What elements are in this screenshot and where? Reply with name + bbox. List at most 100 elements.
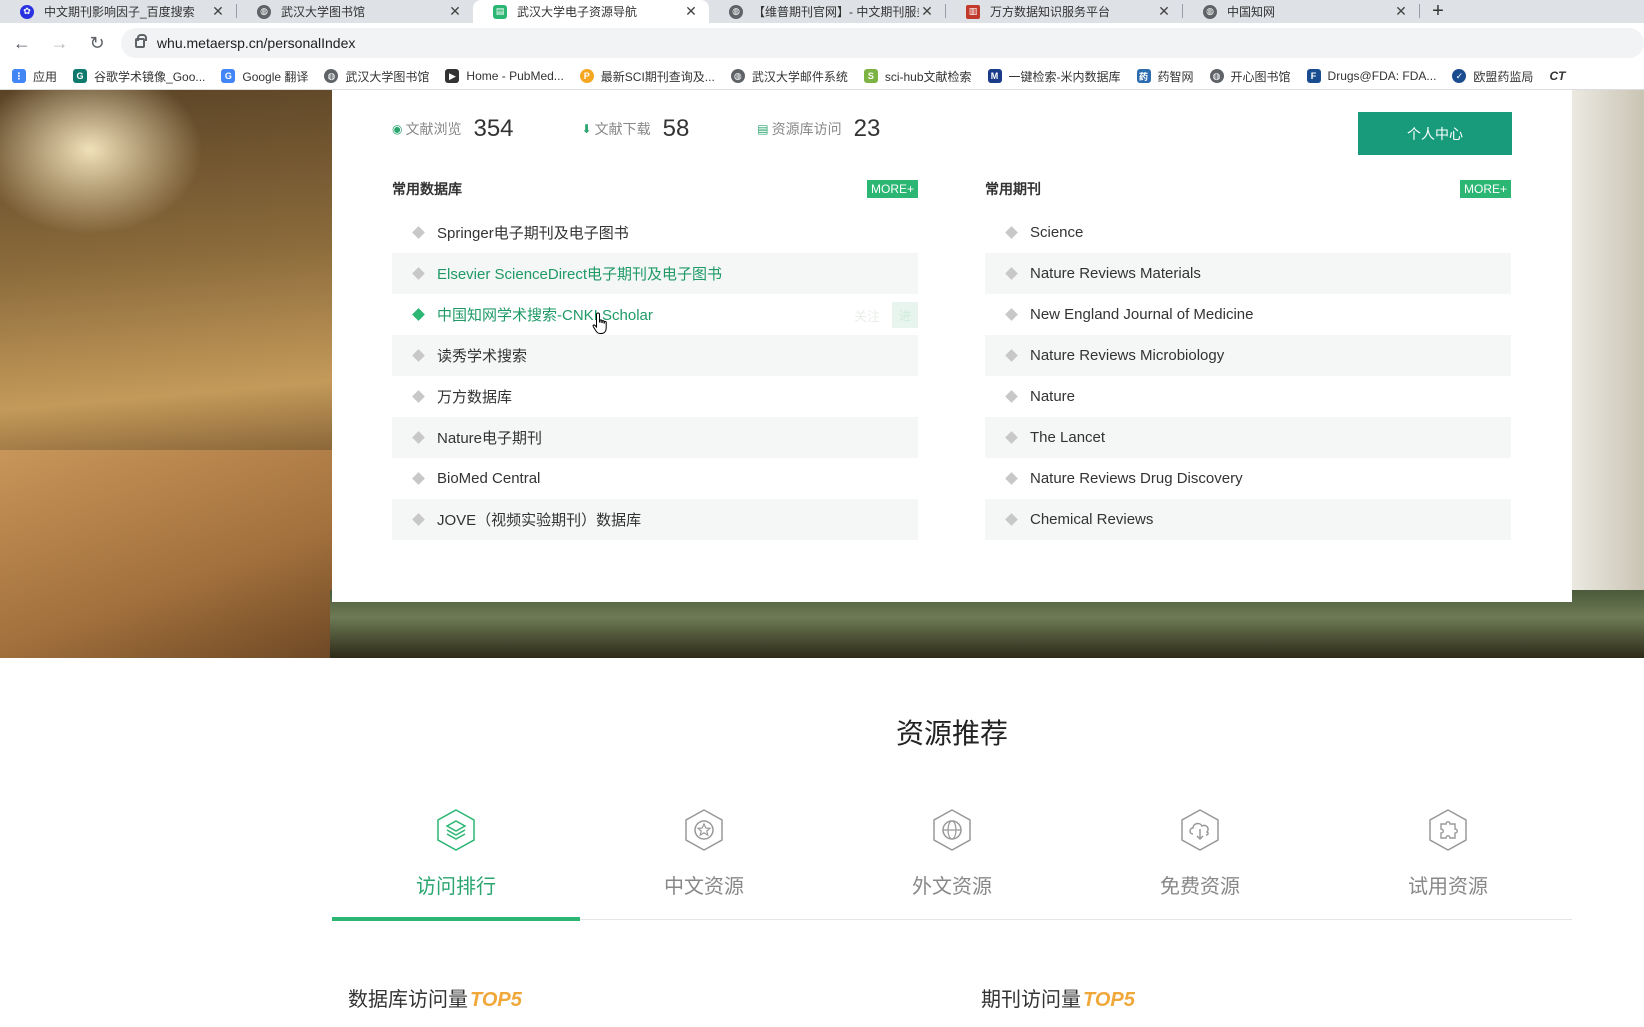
bookmark-label: Google 翻译 (242, 69, 309, 84)
tab-label: 试用资源 (1408, 876, 1488, 898)
journal-name: Chemical Reviews (1030, 511, 1154, 528)
globe-icon: ◍ (730, 69, 745, 83)
diamond-bullet-icon (412, 390, 425, 403)
bookmark-item[interactable]: P 最新SCI期刊查询及... (579, 68, 715, 85)
browser-tab[interactable]: ◍ 【维普期刊官网】- 中文期刊服务 ✕ (709, 0, 945, 23)
address-bar[interactable]: whu.metaersp.cn/personalIndex (120, 28, 1644, 58)
tab-label: 外文资源 (912, 876, 992, 898)
globe-icon: ◍ (257, 4, 271, 19)
bookmark-item[interactable]: ◍ 武汉大学邮件系统 (730, 68, 848, 85)
follow-button[interactable]: 关注 (854, 306, 880, 325)
database-item[interactable]: 万方数据库 (392, 376, 918, 417)
globe-icon: ◍ (729, 4, 743, 19)
browser-toolbar: ← → ↻ whu.metaersp.cn/personalIndex (0, 23, 1644, 63)
bookmark-label: CT (1549, 69, 1566, 83)
close-icon[interactable]: ✕ (1156, 3, 1172, 20)
browser-tab[interactable]: ✿ 中文期刊影响因子_百度搜索 ✕ (0, 0, 236, 23)
diamond-bullet-icon (412, 472, 425, 485)
database-list: Springer电子期刊及电子图书 Elsevier ScienceDirect… (392, 212, 918, 540)
diamond-bullet-icon (1005, 431, 1018, 444)
back-arrow-icon[interactable]: ← (6, 27, 38, 59)
tab-label: 中文资源 (664, 876, 744, 898)
browser-tab[interactable]: ◍ 中国知网 ✕ (1183, 0, 1419, 23)
bookmark-label: 武汉大学图书馆 (345, 69, 430, 84)
tab-chinese-resources[interactable]: 中文资源 (580, 800, 828, 920)
enter-button[interactable]: 进 (892, 302, 918, 328)
tab-title: 万方数据知识服务平台 (990, 5, 1111, 19)
bookmark-item[interactable]: 药药智网 (1136, 68, 1194, 85)
bookmark-item[interactable]: ◍ 武汉大学图书馆 (324, 68, 429, 85)
more-journals-button[interactable]: MORE+ (1459, 180, 1511, 198)
tab-free-resources[interactable]: 免费资源 (1076, 800, 1324, 920)
journal-item[interactable]: The Lancet (985, 417, 1511, 458)
bookmark-item[interactable]: ▶ Home - PubMed... (445, 69, 564, 83)
more-databases-button[interactable]: MORE+ (866, 180, 918, 198)
bookmark-label: 开心图书馆 (1230, 69, 1291, 84)
tab-visit-ranking[interactable]: 访问排行 (332, 800, 580, 921)
m-icon: M (987, 69, 1002, 83)
bookmark-label: 一键检索-米内数据库 (1008, 69, 1121, 84)
stat-label: 文献浏览 (405, 121, 462, 137)
close-icon[interactable]: ✕ (1393, 3, 1409, 20)
database-name: Springer电子期刊及电子图书 (437, 225, 629, 242)
browser-tab-active[interactable]: ▤ 武汉大学电子资源导航 ✕ (473, 0, 709, 23)
bookmark-item[interactable]: CT (1549, 69, 1565, 83)
bookmark-item[interactable]: Ssci-hub文献检索 (863, 68, 972, 85)
diamond-bullet-icon (412, 226, 425, 239)
apps-grid-icon: ⋮ (12, 69, 26, 83)
bookmark-item[interactable]: ◍ 开心图书馆 (1209, 68, 1291, 85)
journal-item[interactable]: Nature Reviews Drug Discovery (985, 458, 1511, 499)
stat-value: 58 (662, 115, 690, 142)
tab-title: 武汉大学图书馆 (281, 5, 366, 19)
journal-item[interactable]: Science (985, 212, 1511, 253)
close-icon[interactable]: ✕ (919, 3, 935, 20)
section-heading: 资源推荐 (0, 712, 1644, 752)
close-icon[interactable]: ✕ (210, 3, 226, 20)
stat-label: 资源库访问 (771, 121, 842, 137)
journal-item[interactable]: New England Journal of Medicine (985, 294, 1511, 335)
personal-center-button[interactable]: 个人中心 (1358, 112, 1512, 155)
bookmark-item[interactable]: ⋮ 应用 (12, 68, 57, 85)
database-item[interactable]: 读秀学术搜索 (392, 335, 918, 376)
cloud-download-hex-icon (1181, 809, 1219, 851)
bookmark-label: 应用 (33, 69, 58, 84)
bookmark-item[interactable]: G Google 翻译 (221, 68, 308, 85)
browser-tab[interactable]: ▥ 万方数据知识服务平台 ✕ (946, 0, 1182, 23)
new-tab-button[interactable]: + (1420, 0, 1456, 23)
reload-icon[interactable]: ↻ (81, 27, 113, 59)
bookmark-item[interactable]: F Drugs@FDA: FDA... (1306, 69, 1436, 83)
close-icon[interactable]: ✕ (683, 3, 699, 20)
journal-item[interactable]: Chemical Reviews (985, 499, 1511, 540)
journal-name: The Lancet (1030, 429, 1106, 446)
layers-hex-icon (437, 809, 475, 851)
database-item[interactable]: Elsevier ScienceDirect电子期刊及电子图书 (392, 253, 918, 294)
database-item[interactable]: JOVE（视频实验期刊）数据库 (392, 499, 918, 540)
pubmed-icon: ▶ (445, 69, 460, 83)
journal-item[interactable]: Nature Reviews Materials (985, 253, 1511, 294)
database-item[interactable]: Springer电子期刊及电子图书 (392, 212, 918, 253)
tab-trial-resources[interactable]: 试用资源 (1324, 800, 1572, 920)
database-item[interactable]: BioMed Central (392, 458, 918, 499)
tab-foreign-resources[interactable]: 外文资源 (828, 800, 1076, 920)
journal-item[interactable]: Nature Reviews Microbiology (985, 335, 1511, 376)
browser-tab[interactable]: ◍ 武汉大学图书馆 ✕ (237, 0, 473, 23)
bookmark-item[interactable]: ✓ 欧盟药监局 (1452, 68, 1533, 85)
wanfang-icon: ▥ (966, 4, 980, 19)
journal-item[interactable]: Nature (985, 376, 1511, 417)
drug-icon: 药 (1136, 69, 1151, 83)
s-icon: S (863, 69, 878, 83)
diamond-bullet-icon (1005, 472, 1018, 485)
database-item-hovered[interactable]: 中国知网学术搜索-CNKI Scholar 关注 进 (392, 294, 918, 335)
database-item[interactable]: Nature电子期刊 (392, 417, 918, 458)
globe-icon: ◍ (1203, 4, 1217, 19)
close-icon[interactable]: ✕ (447, 3, 463, 20)
forward-arrow-icon[interactable]: → (44, 27, 76, 59)
stat-download: ⬇ 文献下载 58 (582, 115, 690, 143)
top5-label: 期刊访问量 (981, 989, 1081, 1011)
section-header: 常用数据库 MORE+ (392, 178, 918, 200)
scholar-icon: G (73, 69, 88, 83)
bookmark-label: sci-hub文献检索 (884, 69, 972, 84)
bookmark-item[interactable]: G 谷歌学术镜像_Goo... (73, 68, 205, 85)
url-text: whu.metaersp.cn/personalIndex (156, 35, 356, 51)
bookmark-item[interactable]: M 一键检索-米内数据库 (987, 68, 1121, 85)
